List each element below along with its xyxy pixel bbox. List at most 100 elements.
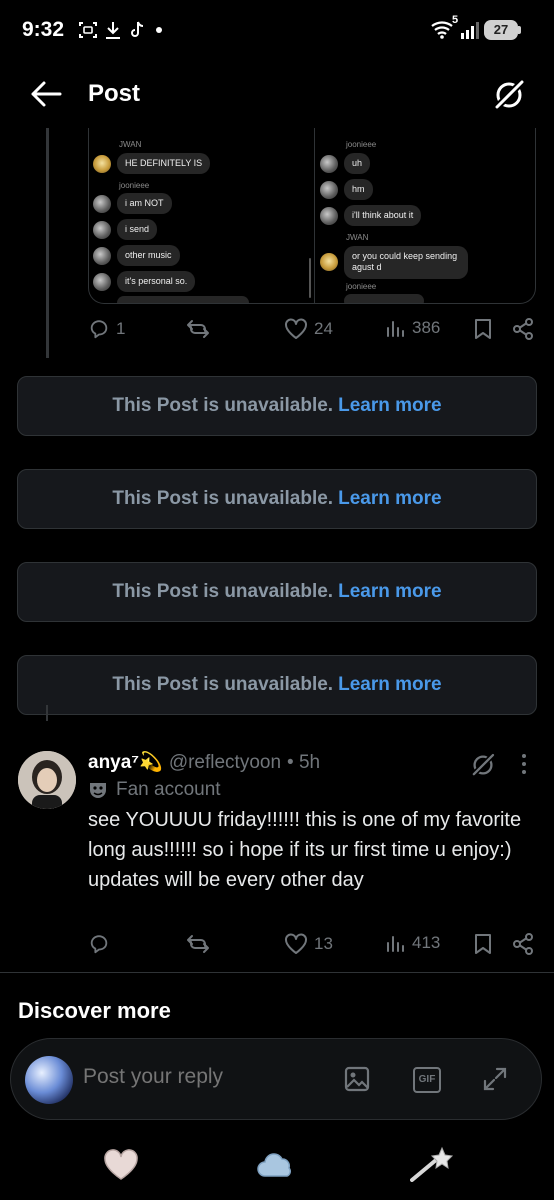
chat-bubble: other music [117,245,180,267]
like-count: 13 [314,934,333,953]
share-action[interactable] [512,318,534,340]
chat-avatar [320,180,338,199]
shooting-star-nav-icon[interactable] [410,1146,454,1182]
scroll-indicator [309,258,311,298]
chat-message: HE DEFINITELY IS [93,153,211,175]
fan-account-label: Fan account [88,779,221,801]
post-body: see YOUUUU friday!!!!!! this is one of m… [88,809,522,891]
mask-icon [90,783,106,798]
gif-button[interactable]: GIF [413,1067,441,1093]
chat-sender-name: joonieee [346,140,377,149]
chat-bubble: i'll think about it [344,205,422,227]
chat-avatar [93,272,111,291]
chat-bubble: HE DEFINITELY IS [117,153,211,175]
more-options-icon[interactable] [520,752,528,776]
repost-action[interactable] [186,933,210,955]
view-count: 413 [412,933,441,952]
like-action[interactable]: 24 [284,318,333,340]
chat-bubble: i am NOT [117,193,172,215]
chat-avatar [320,253,338,272]
repost-icon [187,320,209,338]
unavailable-post-card: This Post is unavailable. Learn more [17,562,537,622]
chat-avatar [320,154,338,173]
post-actions: 1 24 386 [88,318,534,348]
thread-connector [46,705,48,721]
chat-message: i send [93,219,158,241]
like-action[interactable]: 13 [284,933,333,955]
chat-message: i'll think about it [320,205,422,227]
chat-message: it's personal so. [93,271,196,293]
bookmark-icon [475,934,491,954]
top-app-bar: Post [0,62,554,126]
composer-avatar [25,1056,73,1104]
learn-more-link[interactable]: Learn more [338,488,441,510]
cloud-nav-icon[interactable] [256,1152,296,1180]
reply-action[interactable] [88,933,110,955]
chat-bubble: or you could keep sending agust d [344,246,468,279]
learn-more-link[interactable]: Learn more [338,581,441,603]
post-media[interactable]: JWAN HE DEFINITELY IS joonieee i am NOT … [88,128,536,304]
bookmark-action[interactable] [474,318,492,340]
share-icon [513,933,533,955]
post-time: • 5h [287,752,321,773]
expand-icon[interactable] [481,1065,509,1093]
network-label: 5 [452,14,459,26]
views-action[interactable]: 413 [386,933,440,953]
back-arrow-icon[interactable] [30,80,62,108]
tiktok-icon [131,21,144,37]
reply-action[interactable]: 1 [88,318,125,340]
repost-action[interactable] [186,318,210,340]
screenshot-icon [79,22,97,38]
share-icon [513,318,533,340]
status-time: 9:32 [22,18,65,41]
unavailable-post-card: This Post is unavailable. Learn more [17,469,537,529]
heart-nav-icon[interactable] [102,1148,140,1182]
learn-more-link[interactable]: Learn more [338,674,441,696]
download-icon [106,22,120,39]
chat-bubble-partial [117,296,249,303]
views-icon [387,321,404,337]
avatar-photo [18,751,76,809]
share-action[interactable] [512,933,534,955]
like-count: 24 [314,319,333,338]
user-handle[interactable]: @reflectyoon [169,752,281,774]
thread-connector [46,128,49,358]
heart-icon [285,318,307,339]
chat-message: other music [93,245,180,267]
unavailable-text: This Post is unavailable. [112,395,334,416]
chat-avatar [93,154,111,173]
heart-icon [285,933,307,954]
chat-bubble: i send [117,219,158,241]
fan-account-text: Fan account [116,779,221,800]
chat-message: uh [320,153,371,175]
avatar[interactable] [18,751,76,809]
display-name[interactable]: anya⁷💫 [88,750,163,774]
chat-sender-name: JWAN [119,140,142,149]
post-header: anya⁷💫 @reflectyoon • 5h [88,750,320,774]
battery-cap [518,26,521,34]
view-count: 386 [412,318,441,337]
chat-avatar [93,194,111,213]
grok-icon[interactable] [492,78,526,112]
bookmark-action[interactable] [474,933,492,955]
media-image-left[interactable]: JWAN HE DEFINITELY IS joonieee i am NOT … [89,128,312,303]
bottom-navigation [0,1128,554,1200]
learn-more-link[interactable]: Learn more [338,395,441,417]
chat-sender-name: joonieee [119,181,150,190]
bookmark-icon [475,319,491,339]
chat-bubble: hm [344,179,373,201]
chat-bubble-partial [344,294,424,303]
notification-dot [156,27,162,33]
reply-input[interactable] [83,1065,313,1089]
chat-message: i am NOT [93,193,172,215]
unavailable-post-card: This Post is unavailable. Learn more [17,655,537,715]
grok-icon[interactable] [470,752,496,778]
views-icon [387,936,404,952]
chat-sender-name: joonieee [346,282,377,291]
media-image-right[interactable]: joonieee uh hm i'll think about it JWAN … [314,128,535,303]
chat-sender-name: JWAN [346,233,369,242]
views-action[interactable]: 386 [386,318,440,338]
image-icon[interactable] [343,1065,371,1093]
status-bar: 9:32 5 27 [0,0,554,62]
unavailable-post-card: This Post is unavailable. Learn more [17,376,537,436]
